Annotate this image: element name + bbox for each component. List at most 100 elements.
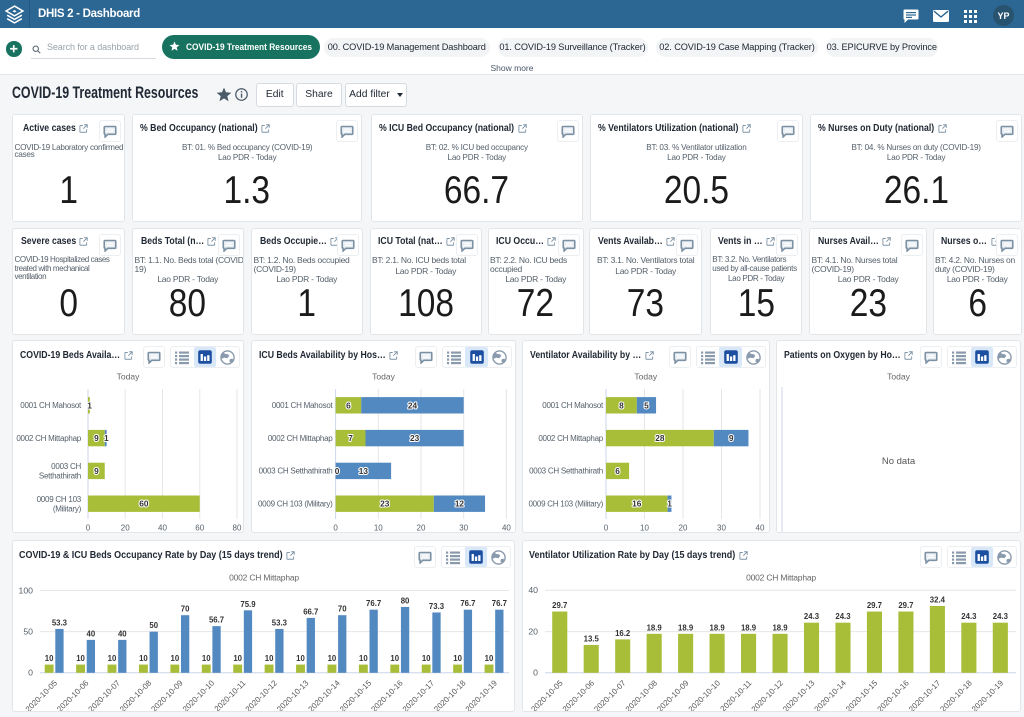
svg-text:0: 0 <box>86 524 91 533</box>
svg-text:10: 10 <box>373 524 382 533</box>
svg-text:2020-10-18: 2020-10-18 <box>432 678 468 712</box>
svg-text:2020-10-05: 2020-10-05 <box>24 678 60 712</box>
svg-text:40: 40 <box>756 524 765 533</box>
svg-text:18.9: 18.9 <box>772 623 788 632</box>
svg-text:Today: Today <box>634 372 657 382</box>
svg-text:2020-10-12: 2020-10-12 <box>750 678 786 712</box>
svg-text:0001 CH Mahosot: 0001 CH Mahosot <box>271 401 333 410</box>
svg-text:10: 10 <box>328 654 337 663</box>
svg-text:13.5: 13.5 <box>584 634 600 643</box>
svg-text:40: 40 <box>87 629 96 638</box>
svg-text:60: 60 <box>139 499 149 509</box>
svg-text:29.7: 29.7 <box>867 601 882 610</box>
svg-text:24: 24 <box>407 400 417 410</box>
svg-text:20: 20 <box>416 524 425 533</box>
svg-text:18.9: 18.9 <box>647 623 663 632</box>
svg-text:24.3: 24.3 <box>835 612 851 621</box>
svg-text:8: 8 <box>619 400 624 410</box>
svg-text:73.3: 73.3 <box>429 602 445 611</box>
svg-text:7: 7 <box>348 433 353 443</box>
svg-text:66.7: 66.7 <box>303 607 318 616</box>
svg-text:Today: Today <box>372 372 395 382</box>
svg-text:2020-10-06: 2020-10-06 <box>55 678 91 712</box>
svg-text:6: 6 <box>346 400 351 410</box>
svg-text:56.7: 56.7 <box>209 616 224 625</box>
svg-text:10: 10 <box>139 654 148 663</box>
svg-text:76.7: 76.7 <box>492 599 507 608</box>
svg-text:60: 60 <box>195 524 204 533</box>
svg-text:2020-10-17: 2020-10-17 <box>401 678 437 712</box>
svg-text:(Military): (Military) <box>53 504 82 513</box>
svg-text:2020-10-07: 2020-10-07 <box>87 678 123 712</box>
svg-text:16: 16 <box>632 499 642 509</box>
svg-text:50: 50 <box>149 621 158 630</box>
svg-text:0: 0 <box>28 668 33 678</box>
svg-text:24.3: 24.3 <box>961 612 977 621</box>
svg-text:40: 40 <box>501 524 510 533</box>
svg-text:53.3: 53.3 <box>52 618 68 627</box>
svg-text:75.9: 75.9 <box>240 600 256 609</box>
svg-text:0002 CH Mittaphap: 0002 CH Mittaphap <box>267 434 332 443</box>
svg-text:6: 6 <box>615 466 620 476</box>
svg-text:2020-10-08: 2020-10-08 <box>624 678 660 712</box>
svg-text:80: 80 <box>233 524 242 533</box>
svg-text:0001 CH Mahosot: 0001 CH Mahosot <box>542 401 604 410</box>
svg-text:20: 20 <box>679 524 688 533</box>
svg-text:2020-10-12: 2020-10-12 <box>244 678 280 712</box>
svg-text:0: 0 <box>604 524 609 533</box>
svg-text:Today: Today <box>117 372 140 382</box>
svg-text:10: 10 <box>359 654 368 663</box>
svg-text:80: 80 <box>401 596 410 605</box>
svg-text:2020-10-16: 2020-10-16 <box>369 678 405 712</box>
svg-text:Setthathirath: Setthathirath <box>39 471 81 480</box>
svg-text:28: 28 <box>655 433 665 443</box>
svg-text:1: 1 <box>667 499 672 509</box>
svg-text:70: 70 <box>338 605 347 614</box>
svg-text:2020-10-15: 2020-10-15 <box>844 678 880 712</box>
svg-text:0009 CH 103 (Military): 0009 CH 103 (Military) <box>257 500 332 509</box>
svg-text:40: 40 <box>528 585 538 595</box>
svg-text:0003 CH Setthathirath: 0003 CH Setthathirath <box>258 467 332 476</box>
svg-text:23: 23 <box>380 499 390 509</box>
svg-text:0002 CH Mittaphap: 0002 CH Mittaphap <box>229 573 299 583</box>
svg-text:20: 20 <box>121 524 130 533</box>
svg-text:2020-10-16: 2020-10-16 <box>876 678 912 712</box>
svg-text:0002 CH Mittaphap: 0002 CH Mittaphap <box>746 573 816 583</box>
svg-text:10: 10 <box>390 654 399 663</box>
svg-text:9: 9 <box>729 433 734 443</box>
svg-text:10: 10 <box>265 654 274 663</box>
svg-text:18.9: 18.9 <box>710 623 726 632</box>
svg-text:Today: Today <box>887 372 910 382</box>
svg-text:No data: No data <box>882 456 916 467</box>
svg-text:40: 40 <box>158 524 167 533</box>
svg-text:18.9: 18.9 <box>678 623 694 632</box>
svg-text:2020-10-19: 2020-10-19 <box>970 678 1006 712</box>
svg-text:16.2: 16.2 <box>615 629 631 638</box>
svg-text:24.3: 24.3 <box>993 612 1009 621</box>
svg-text:0: 0 <box>533 668 538 678</box>
svg-text:2020-10-07: 2020-10-07 <box>592 678 628 712</box>
svg-text:12: 12 <box>454 499 464 509</box>
svg-text:40: 40 <box>118 629 127 638</box>
svg-text:2020-10-11: 2020-10-11 <box>213 678 248 712</box>
svg-text:2020-10-08: 2020-10-08 <box>118 678 154 712</box>
svg-text:2020-10-06: 2020-10-06 <box>561 678 597 712</box>
svg-text:2020-10-18: 2020-10-18 <box>938 678 974 712</box>
svg-text:53.3: 53.3 <box>272 618 288 627</box>
svg-text:10: 10 <box>108 654 117 663</box>
svg-text:76.7: 76.7 <box>366 599 381 608</box>
svg-text:32.4: 32.4 <box>930 595 946 604</box>
svg-text:2020-10-19: 2020-10-19 <box>464 678 500 712</box>
svg-text:20: 20 <box>528 627 538 637</box>
svg-text:2020-10-10: 2020-10-10 <box>687 678 723 712</box>
svg-text:18.9: 18.9 <box>741 623 757 632</box>
svg-text:10: 10 <box>45 654 54 663</box>
svg-text:29.7: 29.7 <box>552 601 567 610</box>
svg-text:29.7: 29.7 <box>898 601 913 610</box>
svg-text:0003 CH Setthathirath: 0003 CH Setthathirath <box>529 467 603 476</box>
svg-text:0: 0 <box>333 524 338 533</box>
svg-text:10: 10 <box>170 654 179 663</box>
svg-text:2020-10-14: 2020-10-14 <box>307 678 343 712</box>
svg-text:70: 70 <box>181 605 190 614</box>
svg-text:10: 10 <box>422 654 431 663</box>
